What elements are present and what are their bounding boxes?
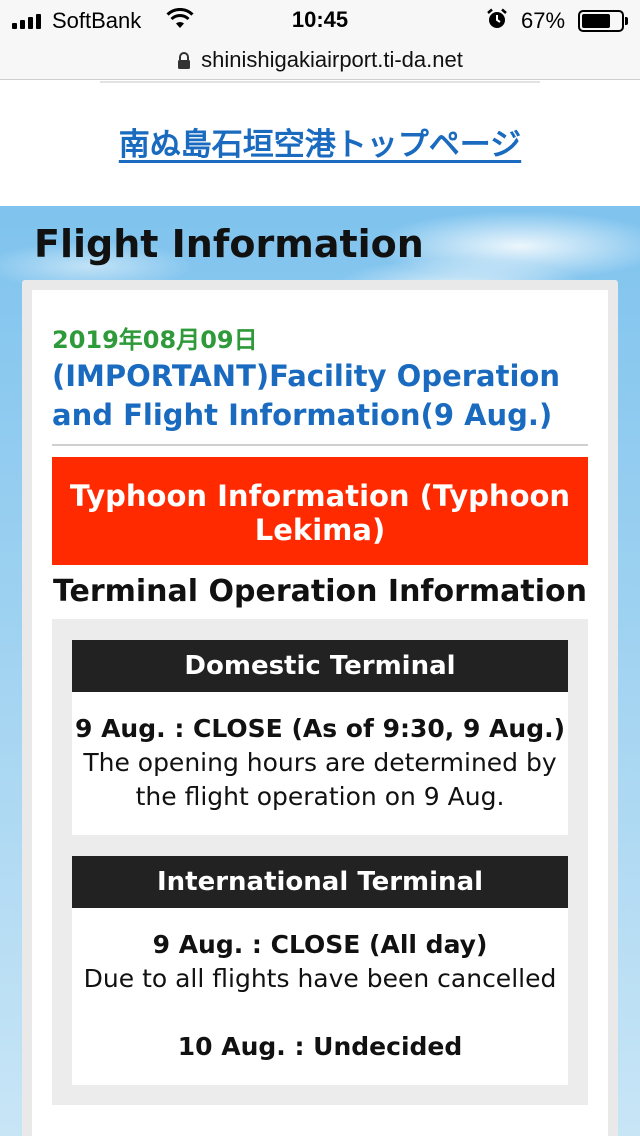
divider [52,444,588,446]
domestic-terminal-box: Domestic Terminal 9 Aug. : CLOSE (As of … [72,640,568,835]
terminal-heading: Terminal Operation Information [53,574,587,609]
url-text: shinishigakiairport.ti-da.net [201,46,463,72]
post-date: 2019年08月09日 [52,326,258,354]
domestic-terminal-note: The opening hours are determined by the … [83,748,557,811]
site-header: 南ぬ島石垣空港トップページ [0,81,640,206]
domestic-terminal-status: 9 Aug. : CLOSE (As of 9:30, 9 Aug.) [74,714,566,743]
domestic-terminal-body: 9 Aug. : CLOSE (As of 9:30, 9 Aug.) The … [72,692,568,814]
battery-icon [578,10,628,32]
international-terminal-next-status: 10 Aug. : Undecided [177,1032,463,1061]
international-terminal-body: 9 Aug. : CLOSE (All day) Due to all flig… [72,908,568,1064]
domestic-terminal-header: Domestic Terminal [72,640,568,692]
international-terminal-note: Due to all flights have been cancelled [83,964,557,993]
lock-icon [178,51,191,69]
international-terminal-box: International Terminal 9 Aug. : CLOSE (A… [72,856,568,1085]
battery-fill [582,14,611,28]
international-terminal-status: 9 Aug. : CLOSE (All day) [152,930,488,959]
alarm-icon [487,8,507,28]
status-bar: SoftBank 10:45 67% [0,0,640,40]
international-terminal-header: International Terminal [72,856,568,908]
post-title-link[interactable]: (IMPORTANT)Facility Operation and Flight… [52,357,582,435]
site-logo [100,81,540,83]
section-title: Flight Information [34,222,424,266]
typhoon-banner: Typhoon Information (Typhoon Lekima) [52,457,588,565]
address-bar[interactable]: shinishigakiairport.ti-da.net [0,40,640,80]
battery-percent: 67% [521,8,566,33]
top-page-link[interactable]: 南ぬ島石垣空港トップページ [0,119,640,164]
